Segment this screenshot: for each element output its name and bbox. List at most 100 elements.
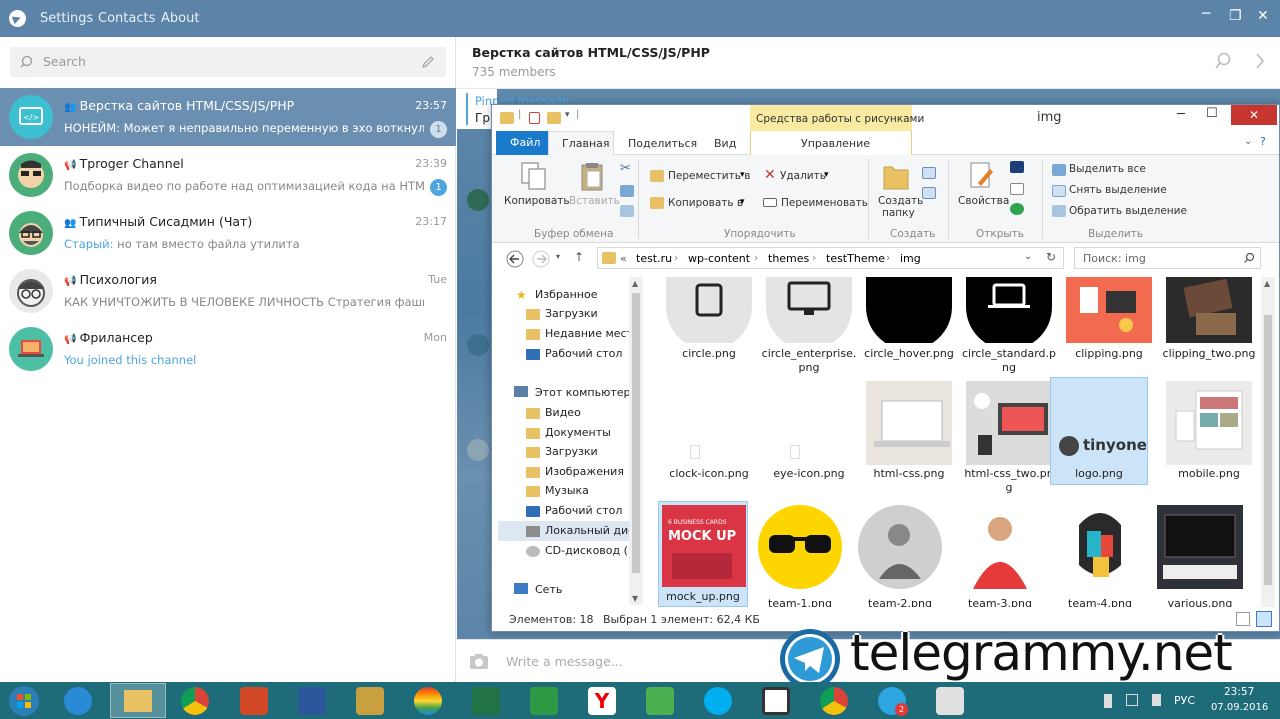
- nav-item[interactable]: Видео: [526, 406, 581, 419]
- recent-dropdown-icon[interactable]: ▾: [556, 252, 560, 261]
- nav-network[interactable]: Сеть: [535, 583, 562, 596]
- properties-button[interactable]: Свойства: [958, 195, 1009, 207]
- search-input[interactable]: Поиск: img: [1074, 247, 1261, 269]
- maximize-icon[interactable]: ❐: [1229, 8, 1242, 24]
- tab-home[interactable]: Главная: [548, 131, 614, 156]
- nav-item[interactable]: Загрузки: [526, 307, 598, 320]
- qat-dropdown-icon[interactable]: ▾: [565, 110, 570, 120]
- dropdown-arrow-icon[interactable]: ▾: [740, 170, 745, 180]
- file-item[interactable]: circle_enterprise. png: [744, 277, 856, 374]
- select-none-button[interactable]: Снять выделение: [1069, 184, 1167, 196]
- tab-view[interactable]: Вид: [714, 137, 736, 150]
- chat-item[interactable]: 📢 Психология Tue КАК УНИЧТОЖИТЬ В ЧЕЛОВЕ…: [0, 262, 456, 320]
- file-item[interactable]: clock-icon.png: [644, 377, 749, 497]
- chevron-right-icon[interactable]: [1254, 52, 1266, 70]
- file-item[interactable]: team-4.png: [1044, 501, 1144, 607]
- scroll-thumb[interactable]: [1264, 315, 1272, 585]
- file-item[interactable]: html-css.png: [844, 377, 952, 497]
- properties-icon[interactable]: [968, 161, 996, 193]
- easy-access-icon[interactable]: [922, 187, 936, 199]
- brackets-icon[interactable]: [762, 687, 790, 715]
- edit-icon[interactable]: [1010, 183, 1024, 195]
- nav-item[interactable]: Изображения: [526, 465, 624, 478]
- file-item[interactable]: circle_standard.p ng: [944, 277, 1056, 374]
- close-button[interactable]: ✕: [1231, 105, 1277, 125]
- nav-this-pc[interactable]: Этот компьютер: [535, 386, 631, 399]
- tab-manage[interactable]: Управление: [750, 131, 912, 155]
- language-indicator[interactable]: РУС: [1174, 694, 1195, 707]
- paste-shortcut-icon[interactable]: [620, 205, 634, 217]
- file-item[interactable]: team-2.png: [844, 501, 944, 607]
- file-item[interactable]: mobile.png: [1144, 377, 1252, 497]
- snipping-tool-icon[interactable]: [936, 687, 964, 715]
- ie-icon[interactable]: [64, 687, 92, 715]
- refresh-icon[interactable]: ↻: [1046, 250, 1056, 264]
- app-icon[interactable]: [414, 687, 442, 715]
- new-folder-icon[interactable]: [547, 112, 561, 124]
- file-item[interactable]: html-css_two.pn g: [944, 377, 1054, 497]
- search-icon[interactable]: [1214, 52, 1232, 70]
- history-icon[interactable]: [1010, 203, 1024, 215]
- select-all-button[interactable]: Выделить все: [1069, 163, 1146, 175]
- file-item[interactable]: clipping.png: [1044, 277, 1152, 373]
- scroll-thumb[interactable]: [632, 293, 640, 573]
- forward-icon[interactable]: [532, 250, 550, 268]
- copy-to-button[interactable]: Копировать в: [668, 197, 743, 209]
- camera-icon[interactable]: [469, 653, 489, 670]
- nav-item[interactable]: Загрузки: [526, 445, 598, 458]
- copy-path-icon[interactable]: [620, 185, 634, 197]
- nav-item[interactable]: Документы: [526, 426, 611, 439]
- file-item[interactable]: eye-icon.png: [744, 377, 845, 497]
- nav-item[interactable]: Рабочий стол: [526, 504, 622, 517]
- nav-favorites[interactable]: Избранное: [535, 288, 597, 301]
- nav-scrollbar[interactable]: ▲ ▼: [629, 277, 643, 605]
- copy-button[interactable]: Копировать: [504, 195, 570, 207]
- file-item-hover[interactable]: tinyone logo.png: [1050, 377, 1148, 485]
- app-icon[interactable]: [356, 687, 384, 715]
- maximize-icon[interactable]: ☐: [1206, 106, 1218, 121]
- photoshop-icon[interactable]: [1010, 161, 1024, 173]
- copy-icon[interactable]: [520, 161, 548, 193]
- chevron-down-icon[interactable]: ⌄: [1244, 136, 1252, 147]
- clock-time[interactable]: 23:57: [1224, 686, 1254, 698]
- chrome-icon[interactable]: [820, 687, 848, 715]
- nav-item[interactable]: Локальный диск: [545, 524, 631, 537]
- nav-item[interactable]: Недавние места: [526, 327, 640, 340]
- nav-item[interactable]: Музыка: [526, 484, 589, 497]
- nav-item[interactable]: Рабочий стол: [526, 347, 622, 360]
- network-icon[interactable]: [1126, 694, 1138, 706]
- new-item-icon[interactable]: [922, 167, 936, 179]
- skype-icon[interactable]: [704, 687, 732, 715]
- chat-item[interactable]: </> 👥 Верстка сайтов HTML/CSS/JS/PHP 23:…: [0, 88, 456, 146]
- new-folder-icon[interactable]: [882, 161, 910, 191]
- breadcrumb-wp-content[interactable]: wp-content: [688, 252, 750, 265]
- scroll-down-icon[interactable]: ▼: [632, 594, 638, 603]
- new-folder-button[interactable]: Создать папку: [878, 195, 923, 219]
- file-item-selected[interactable]: 6 BUSINESS CARDS MOCK UP mock_up.png: [658, 501, 748, 607]
- chrome-icon[interactable]: [181, 687, 209, 715]
- breadcrumb-overflow[interactable]: «: [620, 252, 627, 265]
- clock-date[interactable]: 07.09.2016: [1211, 702, 1268, 713]
- powerpoint-icon[interactable]: [240, 687, 268, 715]
- dropdown-arrow-icon[interactable]: ▾: [824, 170, 829, 180]
- menu-contacts[interactable]: Contacts: [98, 11, 155, 26]
- scroll-up-icon[interactable]: ▲: [632, 279, 638, 288]
- scroll-up-icon[interactable]: ▲: [1264, 279, 1270, 288]
- file-item[interactable]: circle_hover.png: [844, 277, 954, 373]
- tab-share[interactable]: Поделиться: [628, 137, 697, 150]
- volume-icon[interactable]: [1152, 694, 1161, 706]
- start-button[interactable]: [8, 685, 40, 717]
- paste-button[interactable]: Вставить: [569, 195, 620, 207]
- details-view-icon[interactable]: [1236, 612, 1250, 626]
- breadcrumb-img[interactable]: img: [900, 252, 921, 265]
- move-to-button[interactable]: Переместить в: [668, 170, 750, 182]
- store-icon[interactable]: [530, 687, 558, 715]
- chat-item[interactable]: 👥 Типичный Сисадмин (Чат) 23:17 Старый: …: [0, 204, 456, 262]
- file-item[interactable]: team-1.png: [744, 501, 844, 607]
- breadcrumb-themes[interactable]: themes: [768, 252, 809, 265]
- breadcrumb-test-ru[interactable]: test.ru: [636, 252, 672, 265]
- chat-item[interactable]: 📢 Tproger Channel 23:39 Подборка видео п…: [0, 146, 456, 204]
- minimize-icon[interactable]: ─: [1177, 107, 1185, 122]
- chevron-down-icon[interactable]: ⌄: [1024, 251, 1032, 262]
- large-icons-view-icon[interactable]: [1256, 611, 1272, 627]
